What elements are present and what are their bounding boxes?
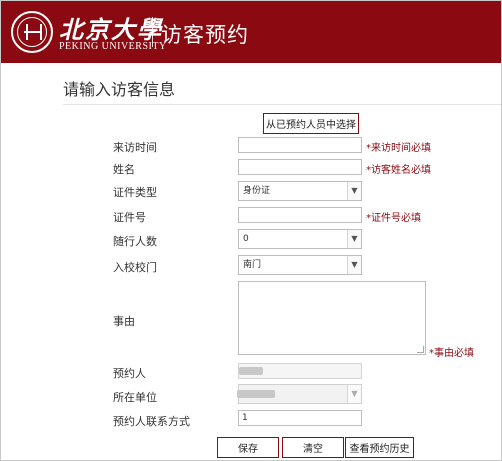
booker-label: 预约人 (113, 367, 146, 380)
resize-grip-icon[interactable] (417, 346, 424, 353)
redacted-value (237, 390, 275, 398)
university-seal-icon (11, 11, 53, 53)
redacted-value (239, 367, 263, 375)
visit-time-required-note: *来访时间必填 (366, 143, 431, 154)
clear-button[interactable]: 清空 (282, 437, 344, 458)
logo-english-wordmark: PEKING UNIVERSITY (59, 41, 167, 52)
id-type-selected-value: 身份证 (243, 186, 271, 196)
chevron-down-icon: ▼ (347, 256, 361, 274)
id-type-label: 证件类型 (113, 186, 157, 199)
section-title: 请输入访客信息 (63, 80, 176, 99)
companions-selected-value: 0 (243, 234, 249, 244)
visit-time-label: 来访时间 (113, 141, 157, 154)
name-input[interactable] (238, 159, 362, 175)
unit-label: 所在单位 (113, 391, 157, 404)
id-number-required-note: *证件号必填 (366, 213, 421, 224)
header-divider (152, 17, 153, 47)
name-required-note: *访客姓名必填 (366, 165, 431, 176)
campus-gate-label: 入校校门 (113, 261, 157, 274)
header-bar: 北京大學 PEKING UNIVERSITY 访客预约 (1, 1, 501, 63)
unit-select: ▼ (237, 384, 362, 404)
view-history-button[interactable]: 查看预约历史 (345, 437, 414, 458)
reason-label: 事由 (113, 315, 135, 328)
reason-textarea[interactable] (238, 281, 426, 355)
companions-select[interactable]: 0 ▼ (238, 229, 362, 249)
id-type-select[interactable]: 身份证 ▼ (238, 181, 362, 201)
id-number-input[interactable] (238, 207, 362, 223)
id-number-label: 证件号 (113, 211, 146, 224)
visit-time-input[interactable] (238, 137, 362, 153)
booker-contact-input[interactable]: 1 (238, 410, 362, 426)
save-button[interactable]: 保存 (217, 437, 279, 458)
reason-required-note: *事由必填 (429, 348, 474, 359)
booker-contact-label: 预约人联系方式 (113, 415, 190, 428)
chevron-down-icon: ▼ (347, 182, 361, 200)
select-from-booker-button[interactable]: 从已预约人员中选择 (263, 113, 359, 134)
chevron-down-icon: ▼ (347, 385, 361, 403)
page-title: 访客预约 (161, 23, 249, 47)
companions-label: 随行人数 (113, 235, 157, 248)
campus-gate-selected-value: 南门 (243, 260, 262, 270)
campus-gate-select[interactable]: 南门 ▼ (238, 255, 362, 275)
name-label: 姓名 (113, 163, 135, 176)
chevron-down-icon: ▼ (347, 230, 361, 248)
booker-input (238, 363, 362, 379)
logo-chinese-wordmark: 北京大學 (59, 15, 163, 44)
section-divider (63, 104, 501, 105)
